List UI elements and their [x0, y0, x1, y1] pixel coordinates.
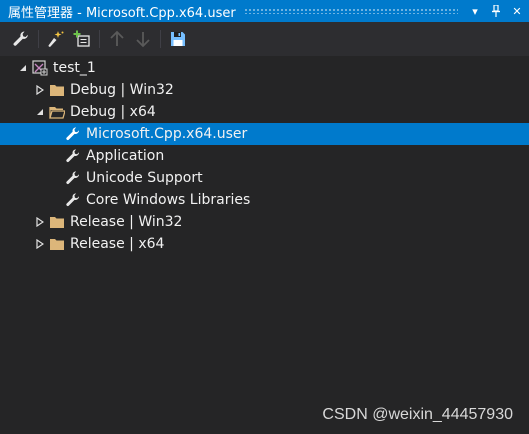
tree-item-label: Core Windows Libraries [86, 192, 251, 208]
window-position-dropdown-button[interactable]: ▾ [466, 2, 484, 20]
folder-icon [48, 82, 66, 98]
tree-item-config-release-x64[interactable]: Release | x64 [0, 233, 529, 255]
tree-item-label: Debug | Win32 [70, 82, 174, 98]
arrow-down-icon [136, 32, 150, 48]
expanded-triangle-icon[interactable] [34, 106, 46, 118]
add-new-property-sheet-button[interactable] [45, 28, 67, 50]
tree-item-label: test_1 [53, 60, 96, 76]
folder-open-icon [48, 104, 66, 120]
expanded-triangle-icon[interactable] [17, 62, 29, 74]
watermark: CSDN @weixin_44457930 [322, 406, 513, 423]
folder-icon [48, 236, 66, 252]
wrench-icon [64, 170, 82, 186]
new-sheet-icon [48, 31, 64, 47]
close-icon: ✕ [512, 4, 522, 18]
tree-item-config-debug-x64[interactable]: Debug | x64 [0, 101, 529, 123]
save-button[interactable] [167, 28, 189, 50]
folder-icon [48, 214, 66, 230]
property-tree: test_1 Debug | Win32 Debug | x64 Microso… [0, 56, 529, 434]
panel-title: 属性管理器 - Microsoft.Cpp.x64.user [8, 5, 236, 21]
collapsed-triangle-icon[interactable] [34, 238, 46, 250]
tree-item-label: Unicode Support [86, 170, 203, 186]
tree-item-label: Release | Win32 [70, 214, 183, 230]
toolbar-separator [160, 30, 161, 48]
tree-item-label: Application [86, 148, 165, 164]
wrench-icon [64, 192, 82, 208]
panel-title-bar[interactable]: 属性管理器 - Microsoft.Cpp.x64.user ▾ ✕ [0, 0, 529, 22]
auto-hide-pin-button[interactable] [487, 2, 505, 20]
move-down-button[interactable] [132, 28, 154, 50]
wrench-icon [64, 126, 82, 142]
tree-item-sheet-microsoft-cpp-x64-user[interactable]: Microsoft.Cpp.x64.user [0, 123, 529, 145]
toolbar [0, 22, 529, 56]
arrow-up-icon [110, 30, 124, 46]
tree-item-sheet-core-windows-libraries[interactable]: Core Windows Libraries [0, 189, 529, 211]
tree-item-project[interactable]: test_1 [0, 57, 529, 79]
chevron-down-icon: ▾ [472, 4, 478, 18]
wrench-icon [13, 31, 28, 46]
move-up-button[interactable] [106, 28, 128, 50]
wrench-icon [64, 148, 82, 164]
add-existing-icon [73, 30, 90, 47]
toolbar-separator [99, 30, 100, 48]
tree-item-sheet-unicode-support[interactable]: Unicode Support [0, 167, 529, 189]
collapsed-triangle-icon[interactable] [34, 84, 46, 96]
property-manager-panel: 属性管理器 - Microsoft.Cpp.x64.user ▾ ✕ test_… [0, 0, 529, 434]
tree-item-sheet-application[interactable]: Application [0, 145, 529, 167]
tree-item-label: Debug | x64 [70, 104, 156, 120]
title-bar-grip[interactable] [243, 8, 458, 14]
pin-icon [492, 5, 500, 17]
toolbar-separator [38, 30, 39, 48]
save-icon [171, 32, 185, 46]
collapsed-triangle-icon[interactable] [34, 216, 46, 228]
tree-item-config-debug-win32[interactable]: Debug | Win32 [0, 79, 529, 101]
add-existing-property-sheet-button[interactable] [71, 28, 93, 50]
tree-item-label: Microsoft.Cpp.x64.user [86, 126, 248, 142]
tree-item-config-release-win32[interactable]: Release | Win32 [0, 211, 529, 233]
tree-item-label: Release | x64 [70, 236, 165, 252]
properties-button[interactable] [10, 28, 32, 50]
project-icon [31, 60, 49, 76]
close-button[interactable]: ✕ [508, 2, 526, 20]
